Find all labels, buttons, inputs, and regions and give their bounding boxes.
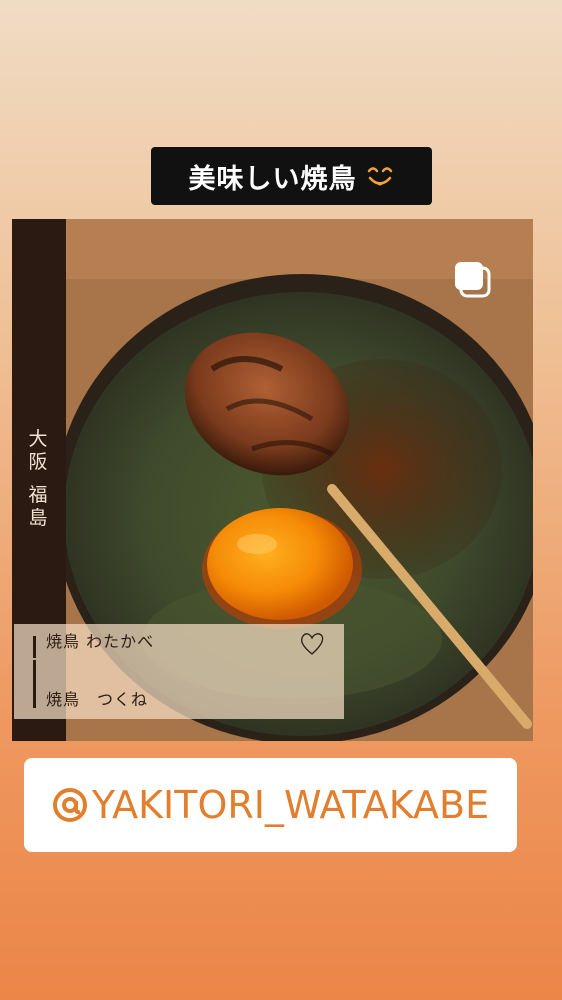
copy-icon[interactable]	[451, 258, 493, 300]
caption-line2: 焼鳥 つくね	[46, 690, 149, 709]
side-label-line1: 大阪	[28, 428, 48, 473]
at-icon	[52, 787, 88, 823]
caption-divider	[33, 660, 36, 708]
caption-line1: 焼鳥 わたかべ	[46, 632, 155, 651]
title-sticker[interactable]: 美味しい焼鳥	[151, 147, 432, 205]
mention-text: YAKITORI_WATAKABE	[91, 783, 490, 827]
smiling-face-icon	[365, 161, 395, 191]
mention-sticker[interactable]: YAKITORI_WATAKABE	[24, 758, 517, 852]
caption-divider	[33, 636, 36, 658]
title-text: 美味しい焼鳥	[188, 163, 357, 195]
heart-icon	[298, 628, 326, 658]
side-label-line2: 福島	[28, 484, 48, 529]
side-label: 大阪 福島	[26, 428, 50, 530]
